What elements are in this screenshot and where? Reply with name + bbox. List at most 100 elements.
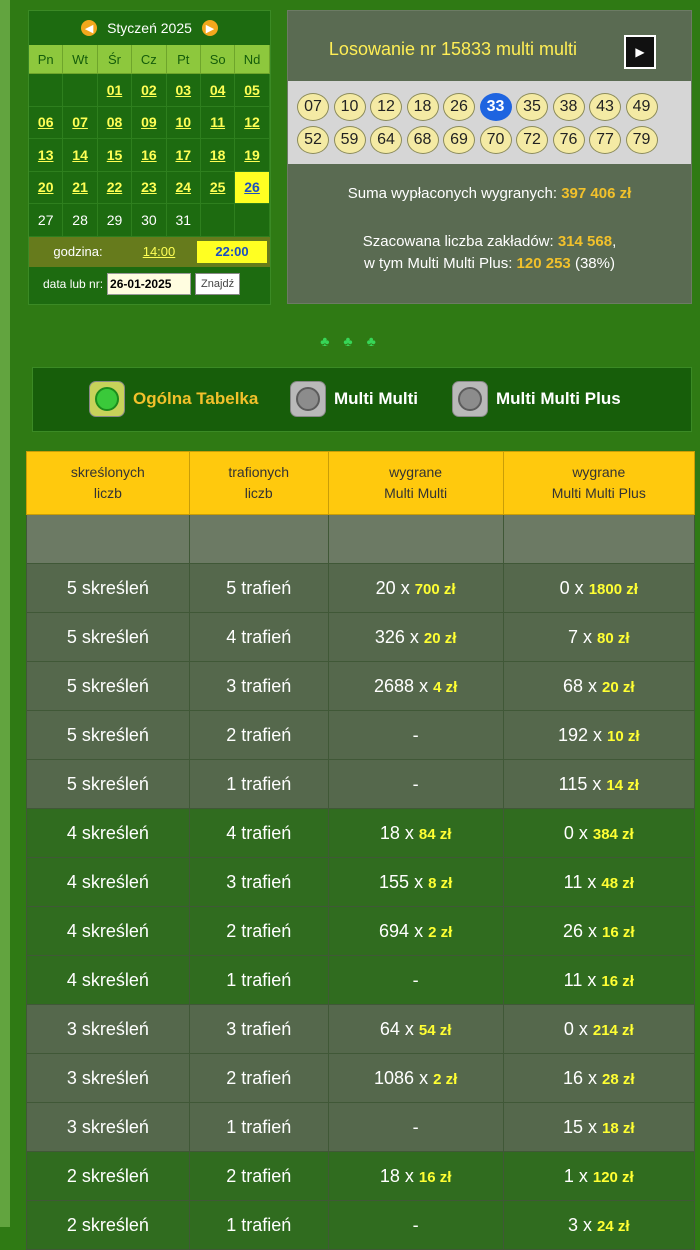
hour-option-selected[interactable]: 22:00 [197, 240, 267, 263]
table-row: 4 skreśleń 3 trafień 155 x 8 zł 11 x 48 zł [26, 857, 696, 907]
calendar-day[interactable]: 21 [63, 171, 98, 204]
drawn-number-ball: 64 [370, 126, 402, 154]
drawn-number-ball: 12 [370, 93, 402, 121]
hour-option[interactable]: 14:00 [127, 244, 191, 259]
search-row: data lub nr: Znajdź [29, 267, 270, 301]
calendar-empty-cell [29, 74, 64, 107]
plus-count: 1 [563, 1165, 574, 1186]
calendar-day[interactable]: 03 [166, 74, 201, 107]
plus-count: 26 [562, 920, 584, 941]
mm-cell: - [327, 1102, 504, 1152]
table-header-row: skreślonych liczb trafionych liczb wygrane… [26, 451, 696, 515]
mm-count: - [412, 724, 419, 745]
calendar: ◀ Styczeń 2025 ▶ Pn Wt Śr Cz Pt So Nd 01 02 03 04… [28, 10, 271, 305]
calendar-day[interactable]: 25 [200, 171, 236, 204]
hits-cell: 5 trafień [188, 563, 329, 613]
mm-count: 1086 [374, 1067, 415, 1088]
plus-count: 11 [563, 969, 583, 990]
calendar-day[interactable]: 13 [29, 139, 64, 172]
calendar-day[interactable]: 23 [132, 171, 167, 204]
header-mm-wins: wygrane Multi Multi [327, 451, 504, 515]
calendar-day[interactable]: 04 [200, 74, 236, 107]
table-body: 5 skreśleń 5 trafień 20 x 700 zł 0 x 1800 z… [26, 514, 696, 1250]
draw-panel: Losowanie nr 15833 multi multi ▶ 07 10 12 1… [287, 10, 692, 304]
plus-cell: 15 x 18 zł [502, 1102, 696, 1152]
hits-cell: 2 trafień [188, 906, 329, 956]
calendar-day[interactable]: 10 [166, 106, 201, 139]
plus-prize: 14 zł [606, 776, 639, 794]
plus-prize: 1800 zł [588, 580, 638, 598]
plus-percent: (38%) [570, 255, 615, 272]
mm-cell: - [327, 759, 504, 809]
calendar-day[interactable]: 01 [97, 74, 133, 107]
mm-count: - [412, 969, 419, 990]
calendar-day[interactable]: 19 [235, 139, 270, 172]
weekday-header: Wt [63, 45, 98, 74]
mm-prize: 4 zł [433, 678, 458, 696]
calendar-empty-cell [200, 204, 236, 237]
drawn-number-ball: 79 [625, 126, 658, 154]
calendar-day[interactable]: 07 [63, 106, 98, 139]
plus-cell: 0 x 384 zł [502, 808, 696, 858]
drawn-number-ball: 07 [297, 93, 329, 121]
calendar-day[interactable]: 12 [235, 106, 270, 139]
table-row: 4 skreśleń 4 trafień 18 x 84 zł 0 x 384 zł [26, 808, 696, 858]
find-button[interactable]: Znajdź [195, 272, 241, 295]
calendar-day[interactable]: 02 [132, 74, 167, 107]
mm-count: 2688 [374, 675, 415, 696]
hits-cell: 3 trafień [188, 1004, 329, 1054]
plus-prize: 18 zł [602, 1119, 635, 1137]
mm-cell: 155 x 8 zł [327, 857, 504, 907]
calendar-day[interactable]: 24 [166, 171, 201, 204]
mm-count: 18 [379, 822, 400, 843]
plus-count: 68 [562, 675, 584, 696]
tab-multi-multi[interactable]: Multi Multi [290, 381, 418, 417]
hits-cell: 1 trafień [188, 955, 329, 1005]
drawn-number-ball: 43 [589, 93, 621, 121]
calendar-day[interactable]: 20 [29, 171, 64, 204]
calendar-day[interactable]: 09 [132, 106, 167, 139]
tab-general-table[interactable]: Ogólna Tabelka [89, 381, 258, 417]
calendar-day[interactable]: 15 [97, 139, 133, 172]
calendar-day[interactable]: 16 [132, 139, 167, 172]
plus-prize: 10 zł [607, 727, 640, 745]
mm-count: 326 [374, 626, 405, 647]
mm-count: 64 [379, 1018, 400, 1039]
calendar-day[interactable]: 11 [200, 106, 236, 139]
mm-cell: - [327, 710, 504, 760]
tab-multi-multi-plus[interactable]: Multi Multi Plus [452, 381, 621, 417]
calendar-day[interactable]: 06 [29, 106, 64, 139]
calendar-day: 27 [29, 204, 64, 237]
hits-cell: 4 trafień [188, 808, 329, 858]
picked-cell: 5 skreśleń [26, 759, 190, 809]
arrow-right-icon[interactable]: ▶ [201, 20, 218, 36]
arrow-left-icon[interactable]: ◀ [81, 20, 98, 36]
toggle-lamp-icon [290, 381, 326, 417]
table-row: 5 skreśleń 4 trafień 326 x 20 zł 7 x 80 zł [26, 612, 696, 662]
calendar-day[interactable]: 18 [200, 139, 236, 172]
calendar-empty-cell [235, 204, 270, 237]
plus-count: 0 [563, 1018, 574, 1039]
table-row: 5 skreśleń 5 trafień 20 x 700 zł 0 x 1800 z… [26, 563, 696, 613]
picked-cell: 4 skreśleń [26, 906, 190, 956]
drawn-number-ball: 35 [516, 93, 548, 121]
mm-count: 694 [379, 920, 410, 941]
plus-prize: 20 zł [602, 678, 635, 696]
plus-count: 15 [562, 1116, 584, 1137]
search-label: data lub nr: [43, 276, 104, 291]
calendar-day[interactable]: 08 [97, 106, 133, 139]
drawn-number-ball: 70 [479, 126, 512, 154]
calendar-day[interactable]: 26 [235, 171, 270, 204]
date-input[interactable] [107, 272, 192, 295]
calendar-day[interactable]: 05 [235, 74, 270, 107]
calendar-day[interactable]: 22 [97, 171, 133, 204]
picked-cell: 2 skreśleń [26, 1200, 190, 1250]
plus-count: 192 [557, 724, 589, 745]
table-row: 5 skreśleń 3 trafień 2688 x 4 zł 68 x 20 zł [26, 661, 696, 711]
results-table: skreślonych liczb trafionych liczb wygrane… [26, 451, 696, 1250]
calendar-day[interactable]: 17 [166, 139, 201, 172]
film-icon[interactable]: ▶ [624, 35, 656, 69]
plus-cell: 26 x 16 zł [502, 906, 696, 956]
mm-count: - [412, 773, 419, 794]
calendar-day[interactable]: 14 [63, 139, 98, 172]
